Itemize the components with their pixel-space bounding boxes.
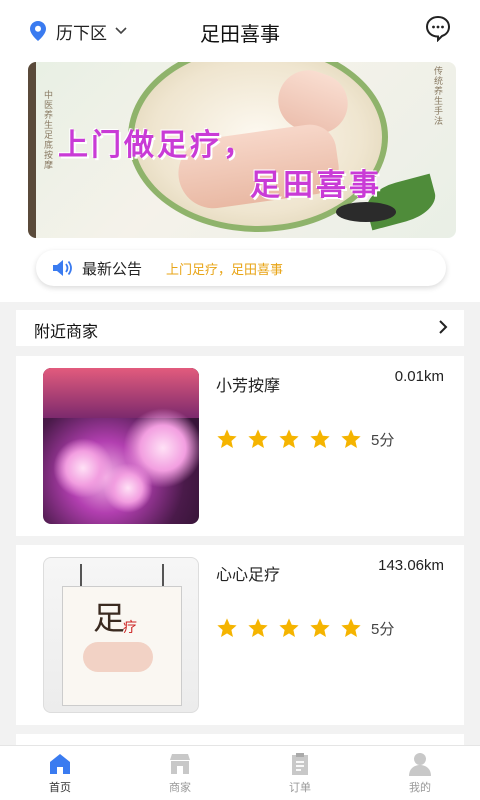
shop-distance: 0.01km: [394, 368, 444, 385]
banner-section: 中医养生足底按摩 传统养生手法 上门做足疗， 足田喜事 最新公告 上门足疗，足田…: [0, 62, 480, 302]
nearby-shops-header[interactable]: 附近商家: [16, 310, 464, 346]
star-icon: [248, 429, 268, 448]
shop-name: 小芳按摩: [216, 378, 281, 395]
tab-profile[interactable]: 我的: [360, 746, 480, 800]
tab-orders[interactable]: 订单: [240, 746, 360, 800]
rating-stars: 5分: [216, 428, 394, 450]
rating-stars: 5分: [216, 617, 394, 639]
star-icon: [341, 429, 361, 448]
message-icon[interactable]: [424, 14, 452, 42]
banner-stones-graphic: [336, 202, 396, 222]
tab-label: 商家: [169, 782, 191, 794]
rating-score: 5分: [371, 620, 395, 638]
section-title: 附近商家: [34, 324, 99, 341]
poster-hanger: [162, 564, 164, 588]
poster-foot-graphic: [83, 642, 153, 672]
star-icon: [248, 618, 268, 637]
tab-label: 订单: [289, 782, 311, 794]
poster-hanger: [80, 564, 82, 588]
star-icon: [279, 618, 299, 637]
banner-slogan-line1: 上门做足疗，: [58, 129, 256, 162]
shop-distance: 143.06km: [378, 557, 444, 574]
page-title: 足田喜事: [200, 24, 280, 46]
shop-name: 心心足疗: [216, 567, 281, 584]
poster-title: 足: [93, 599, 126, 637]
tab-home[interactable]: 首页: [0, 746, 120, 800]
store-icon: [170, 754, 190, 774]
star-icon: [217, 429, 237, 448]
top-bar: 历下区 足田喜事: [0, 0, 480, 62]
banner-side-text-right: 传统养生手法: [434, 66, 444, 126]
bottom-tab-bar: 首页 商家 订单 我的: [0, 745, 480, 800]
speaker-icon: [53, 260, 72, 276]
star-icon: [279, 429, 299, 448]
chevron-right-icon: [439, 320, 448, 334]
tab-shops[interactable]: 商家: [120, 746, 240, 800]
banner-slogan-line2: 足田喜事: [250, 169, 382, 202]
tab-label: 首页: [49, 782, 71, 794]
announcement-bar[interactable]: 最新公告 上门足疗，足田喜事: [36, 250, 446, 286]
star-icon: [310, 618, 330, 637]
thumbnail-light: [103, 463, 153, 513]
banner-side-text-left: 中医养生足底按摩: [44, 90, 54, 170]
tab-label: 我的: [409, 782, 431, 794]
promo-banner[interactable]: 中医养生足底按摩 传统养生手法 上门做足疗， 足田喜事: [28, 62, 456, 238]
thumbnail-poster: 足 疗: [62, 586, 182, 706]
poster-subtitle: 疗: [123, 620, 137, 636]
banner-edge: [28, 62, 36, 238]
rating-score: 5分: [371, 431, 395, 449]
shop-card[interactable]: 小芳按摩 0.01km 5分: [16, 356, 464, 536]
star-icon: [217, 618, 237, 637]
announcement-label: 最新公告: [82, 260, 143, 278]
star-icon: [341, 618, 361, 637]
shop-card[interactable]: 足 疗 心心足疗 143.06km 5分: [16, 545, 464, 725]
announcement-text: 上门足疗，足田喜事: [166, 261, 284, 277]
shop-thumbnail: [43, 368, 199, 524]
star-icon: [310, 429, 330, 448]
clipboard-icon: [292, 753, 308, 775]
home-icon: [50, 754, 70, 774]
shop-thumbnail: 足 疗: [43, 557, 199, 713]
person-icon: [409, 753, 431, 776]
